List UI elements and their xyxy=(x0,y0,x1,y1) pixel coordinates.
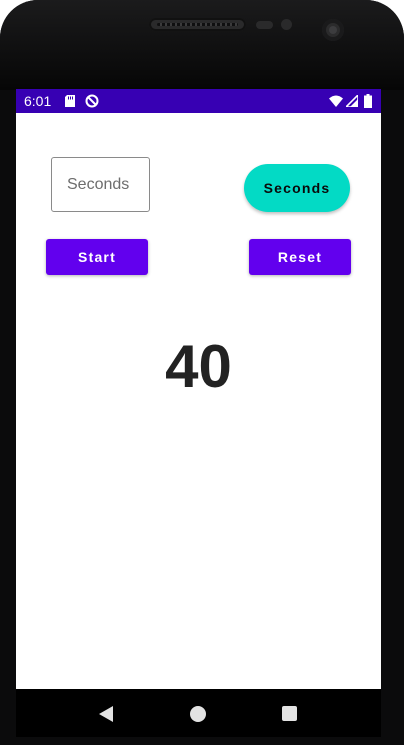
bottom-bezel xyxy=(0,737,404,745)
sd-card-icon xyxy=(65,95,75,107)
front-camera xyxy=(322,19,344,41)
wifi-icon xyxy=(329,95,343,107)
status-bar: 6:01 xyxy=(16,89,381,113)
home-icon[interactable] xyxy=(190,706,206,722)
data-saver-icon xyxy=(85,94,99,108)
app-screen: 6:01 Seconds Seconds Start Reset 40 xyxy=(16,89,381,689)
recents-icon[interactable] xyxy=(282,706,297,721)
cell-signal-icon xyxy=(346,95,358,107)
timer-display: 40 xyxy=(165,333,232,400)
seconds-button[interactable]: Seconds xyxy=(244,164,350,212)
seconds-input[interactable] xyxy=(51,157,150,212)
status-time: 6:01 xyxy=(24,93,52,109)
proximity-sensor xyxy=(256,21,273,29)
back-icon[interactable] xyxy=(99,706,115,722)
light-sensor xyxy=(281,19,292,30)
start-button[interactable]: Start xyxy=(46,239,148,275)
battery-icon xyxy=(364,94,372,108)
reset-button[interactable]: Reset xyxy=(249,239,351,275)
phone-frame: 6:01 Seconds Seconds Start Reset 40 xyxy=(0,0,404,745)
top-bezel xyxy=(0,0,404,90)
navigation-bar xyxy=(16,689,381,737)
earpiece-speaker xyxy=(149,18,246,31)
